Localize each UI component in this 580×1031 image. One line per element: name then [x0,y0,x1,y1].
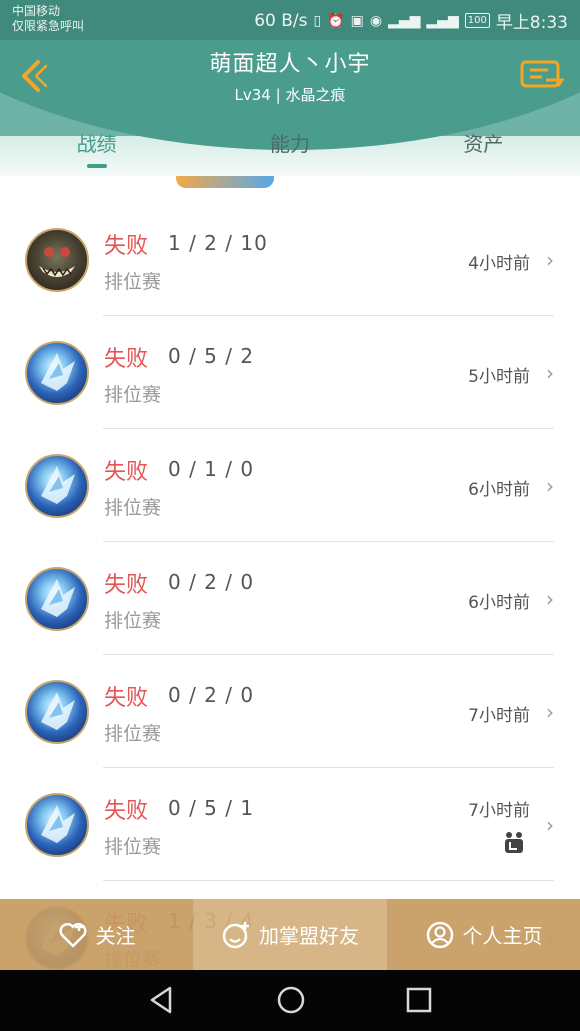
match-mode: 排位赛 [104,497,162,519]
match-mode: 排位赛 [104,723,162,745]
banner-badge [176,176,274,188]
status-bar: 中国移动 仅限紧急呼叫 60 B/s ▯ ⏰ ▣ ◉ ▂▄▆ ▂▄▆ 100 早… [0,0,580,40]
match-time: 4小时前 [468,254,530,274]
profile-header: 萌面超人丶小宇 Lv34 | 水晶之痕 战绩 能力 资产 [0,40,580,176]
player-name: 萌面超人丶小宇 [209,52,371,77]
match-result: 失败 [104,347,149,372]
match-time: 7小时前 [468,706,530,726]
player-level-server: Lv34 | 水晶之痕 [234,86,346,104]
hero-avatar [25,341,89,405]
match-kda: 0 / 5 / 1 [168,796,255,820]
user-profile-icon [426,921,453,948]
match-kda: 0 / 1 / 0 [168,457,255,481]
match-kda: 0 / 5 / 2 [168,344,255,368]
add-friend-icon [222,921,249,948]
chevron-right-icon: › [546,700,554,724]
match-mode: 排位赛 [104,836,162,858]
emergency-only-label: 仅限紧急呼叫 [12,19,85,33]
profile-tabs: 战绩 能力 资产 [0,124,580,176]
chevron-right-icon: › [546,587,554,611]
clock: 早上8:33 [495,13,568,33]
tab-record-label: 战绩 [76,132,117,156]
hero-avatar [25,454,89,518]
system-nav-bar [0,970,580,1031]
tab-ability-label: 能力 [269,132,310,156]
nav-back-icon[interactable] [146,984,176,1016]
alarm-icon: ⏰ [327,12,345,29]
homepage-label: 个人主页 [462,924,543,948]
scrolled-banner-fragment [0,176,580,190]
network-speed: 60 B/s [254,10,308,31]
heart-plus-icon [58,922,87,947]
message-icon [520,60,565,88]
match-row[interactable]: 失败 0 / 5 / 1 排位赛 7小时前 › [0,768,580,881]
homepage-button[interactable]: 个人主页 [387,899,580,970]
profile-action-bar: 关注 加掌盟好友 个人主页 [0,899,580,970]
match-mode: 排位赛 [104,271,162,293]
match-result: 失败 [104,460,149,485]
signal-icon: ▂▄▆ [388,12,421,29]
match-mode: 排位赛 [104,610,162,632]
chevron-right-icon: › [546,474,554,498]
hero-avatar [25,228,89,292]
match-result: 失败 [104,686,149,711]
match-row[interactable]: 失败 1 / 2 / 10 排位赛 4小时前 › [0,203,580,316]
chevron-right-icon: › [546,813,554,837]
hero-avatar [25,793,89,857]
tab-assets[interactable]: 资产 [387,124,580,176]
eye-icon: ◉ [369,12,383,29]
active-tab-indicator [86,164,107,168]
match-history-list: 失败 1 / 2 / 10 排位赛 4小时前 › 失败 0 / 5 / 2 排位赛 5小时前 › 失… [0,203,580,994]
match-result: 失败 [104,234,149,259]
follow-label: 关注 [95,924,136,948]
match-row[interactable]: 失败 0 / 2 / 0 排位赛 7小时前 › [0,655,580,768]
chevron-right-icon: › [546,248,554,272]
message-button[interactable] [518,56,566,92]
match-row[interactable]: 失败 0 / 1 / 0 排位赛 6小时前 › [0,429,580,542]
hd-icon: ▣ [350,12,364,29]
nav-recents-icon[interactable] [404,984,434,1016]
signal-2-icon: ▂▄▆ [426,12,459,29]
carrier-info: 中国移动 仅限紧急呼叫 [12,4,84,34]
match-result: 失败 [104,799,149,824]
match-time: 6小时前 [468,593,530,613]
match-row[interactable]: 失败 0 / 2 / 0 排位赛 6小时前 › [0,542,580,655]
vibrate-icon: ▯ [313,12,322,29]
nav-home-icon[interactable] [275,984,307,1016]
hero-avatar [25,567,89,631]
match-row[interactable]: 失败 0 / 5 / 2 排位赛 5小时前 › [0,316,580,429]
tab-record[interactable]: 战绩 [0,124,193,176]
match-result: 失败 [104,573,149,598]
add-friend-label: 加掌盟好友 [259,924,359,948]
match-time: 7小时前 [468,801,530,821]
add-friend-button[interactable]: 加掌盟好友 [193,899,387,970]
match-mode: 排位赛 [104,384,162,406]
match-kda: 1 / 2 / 10 [168,231,268,255]
carrier-name: 中国移动 [12,4,61,18]
team-voice-icon [505,832,523,853]
status-icons: 60 B/s ▯ ⏰ ▣ ◉ ▂▄▆ ▂▄▆ 100 早上8:33 [254,8,568,34]
battery-icon: 100 [464,13,490,28]
tab-assets-label: 资产 [463,132,504,156]
chevron-right-icon: › [546,361,554,385]
tab-ability[interactable]: 能力 [193,124,386,176]
match-time: 5小时前 [468,367,530,387]
match-kda: 0 / 2 / 0 [168,683,255,707]
hero-avatar [25,680,89,744]
match-kda: 0 / 2 / 0 [168,570,255,594]
match-time: 6小时前 [468,480,530,500]
follow-button[interactable]: 关注 [0,899,193,970]
